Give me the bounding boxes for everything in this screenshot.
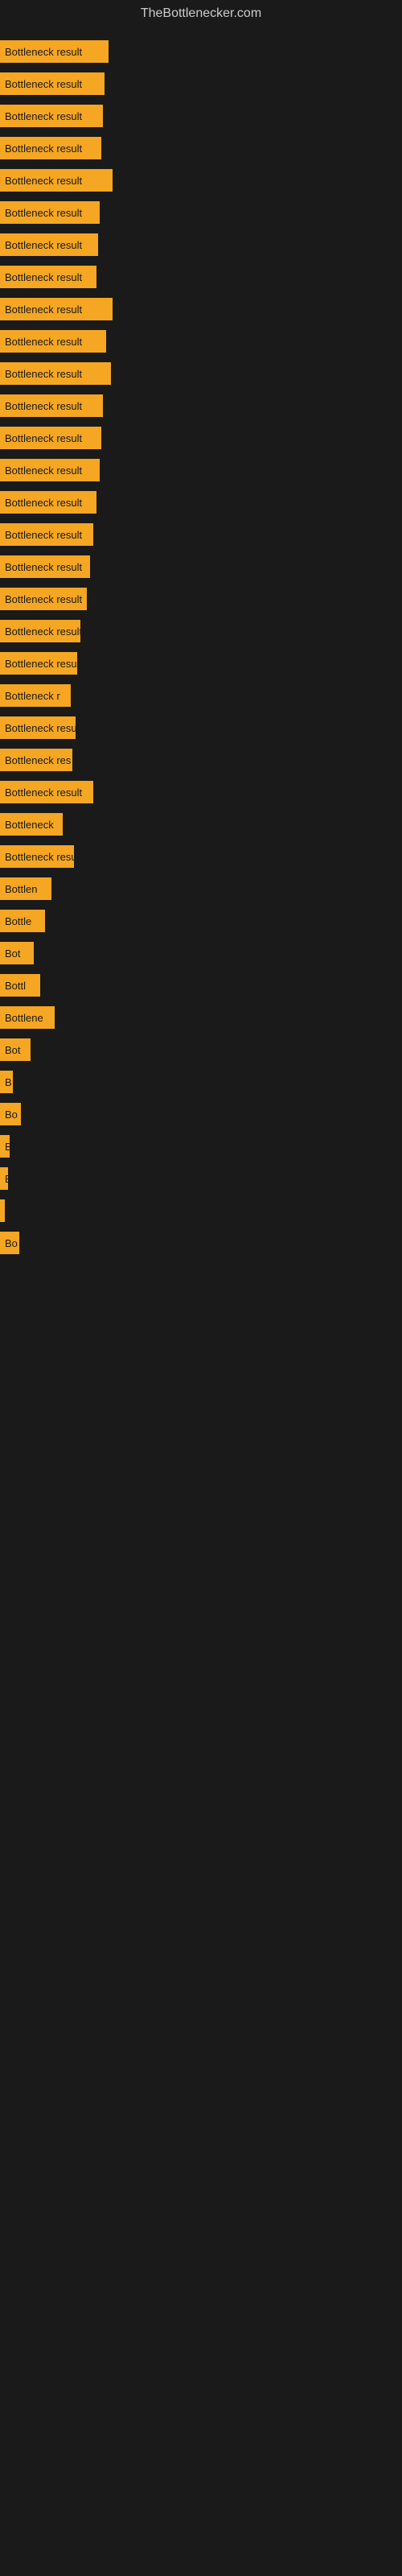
bottleneck-bar: Bottleneck result bbox=[0, 298, 113, 320]
bar-row: Bottleneck result bbox=[0, 132, 402, 164]
bottleneck-bar: Bottleneck result bbox=[0, 427, 101, 449]
bar-row: Bottleneck result bbox=[0, 422, 402, 454]
bottleneck-bar: Bottle bbox=[0, 910, 45, 932]
bar-row: Bottleneck result bbox=[0, 390, 402, 422]
bottleneck-bar: Bottleneck resu bbox=[0, 652, 77, 675]
bottleneck-bar: Bottleneck result bbox=[0, 137, 101, 159]
bar-row: Bottleneck result bbox=[0, 229, 402, 261]
bar-row: Bottlene bbox=[0, 1001, 402, 1034]
bar-row: Bottleneck resu bbox=[0, 712, 402, 744]
bar-row: Bottleneck result bbox=[0, 35, 402, 68]
bar-row: B bbox=[0, 1162, 402, 1195]
bar-row: Bottleneck result bbox=[0, 454, 402, 486]
bar-row: Bottleneck result bbox=[0, 293, 402, 325]
bottleneck-bar: Bottleneck result bbox=[0, 330, 106, 353]
bar-row: B bbox=[0, 1066, 402, 1098]
bar-row: B bbox=[0, 1130, 402, 1162]
bottleneck-bar: Bottleneck result bbox=[0, 201, 100, 224]
bar-row: Bottl bbox=[0, 969, 402, 1001]
bar-row: Bottleneck resu bbox=[0, 647, 402, 679]
bottleneck-bar: Bottleneck result bbox=[0, 72, 105, 95]
bottleneck-bar: Bottleneck res bbox=[0, 749, 72, 771]
bar-row: Bottleneck result bbox=[0, 518, 402, 551]
bottleneck-bar: Bottleneck resu bbox=[0, 716, 76, 739]
bottleneck-bar: B bbox=[0, 1167, 8, 1190]
bar-row: Bottleneck result bbox=[0, 100, 402, 132]
bar-row: Bottleneck result bbox=[0, 357, 402, 390]
bar-row bbox=[0, 1195, 402, 1227]
bottleneck-bar: Bottleneck resu bbox=[0, 845, 74, 868]
bottleneck-bar: Bo bbox=[0, 1232, 19, 1254]
bottleneck-bar: Bot bbox=[0, 1038, 31, 1061]
bottleneck-bar: B bbox=[0, 1071, 13, 1093]
bar-row: Bottleneck resu bbox=[0, 840, 402, 873]
bar-row: Bo bbox=[0, 1227, 402, 1259]
bar-row: Bottleneck result bbox=[0, 261, 402, 293]
bottleneck-bar: Bottleneck result bbox=[0, 588, 87, 610]
bar-row: Bo bbox=[0, 1098, 402, 1130]
bar-row: Bottleneck res bbox=[0, 744, 402, 776]
bar-row: Bottleneck result bbox=[0, 551, 402, 583]
bar-row: Bottleneck result bbox=[0, 486, 402, 518]
bottleneck-bar: Bottleneck r bbox=[0, 684, 71, 707]
bottleneck-bar: Bottleneck bbox=[0, 813, 63, 836]
bar-row: Bottleneck result bbox=[0, 583, 402, 615]
bar-row: Bottle bbox=[0, 905, 402, 937]
bottleneck-bar: Bottlen bbox=[0, 877, 51, 900]
bottleneck-bar: Bottleneck result bbox=[0, 362, 111, 385]
bottleneck-bar: Bottleneck result bbox=[0, 781, 93, 803]
bar-row: Bottleneck result bbox=[0, 615, 402, 647]
bottleneck-bar: Bottlene bbox=[0, 1006, 55, 1029]
bottleneck-bar: Bo bbox=[0, 1103, 21, 1125]
bottleneck-bar: Bottleneck result bbox=[0, 40, 109, 63]
bottleneck-bar: Bottl bbox=[0, 974, 40, 997]
bottleneck-bar bbox=[0, 1199, 5, 1222]
bar-row: Bottlen bbox=[0, 873, 402, 905]
site-title: TheBottlenecker.com bbox=[0, 0, 402, 27]
bottleneck-bar: Bottleneck result bbox=[0, 233, 98, 256]
bar-row: Bottleneck result bbox=[0, 325, 402, 357]
bottleneck-bar: Bottleneck result bbox=[0, 459, 100, 481]
bottleneck-bar: Bottleneck result bbox=[0, 491, 96, 514]
bottleneck-bar: Bottleneck result bbox=[0, 105, 103, 127]
bottleneck-bar: B bbox=[0, 1135, 10, 1158]
bottleneck-bar: Bottleneck result bbox=[0, 169, 113, 192]
bar-row: Bot bbox=[0, 937, 402, 969]
bottleneck-bar: Bottleneck result bbox=[0, 523, 93, 546]
bars-container: Bottleneck result Bottleneck result Bottle… bbox=[0, 27, 402, 1267]
bottleneck-bar: Bottleneck result bbox=[0, 266, 96, 288]
bottleneck-bar: Bottleneck result bbox=[0, 394, 103, 417]
bar-row: Bottleneck r bbox=[0, 679, 402, 712]
bar-row: Bottleneck result bbox=[0, 164, 402, 196]
bar-row: Bottleneck result bbox=[0, 196, 402, 229]
bar-row: Bottleneck result bbox=[0, 776, 402, 808]
bar-row: Bottleneck bbox=[0, 808, 402, 840]
bar-row: Bot bbox=[0, 1034, 402, 1066]
bar-row: Bottleneck result bbox=[0, 68, 402, 100]
bottleneck-bar: Bottleneck result bbox=[0, 620, 80, 642]
bottleneck-bar: Bottleneck result bbox=[0, 555, 90, 578]
bottleneck-bar: Bot bbox=[0, 942, 34, 964]
